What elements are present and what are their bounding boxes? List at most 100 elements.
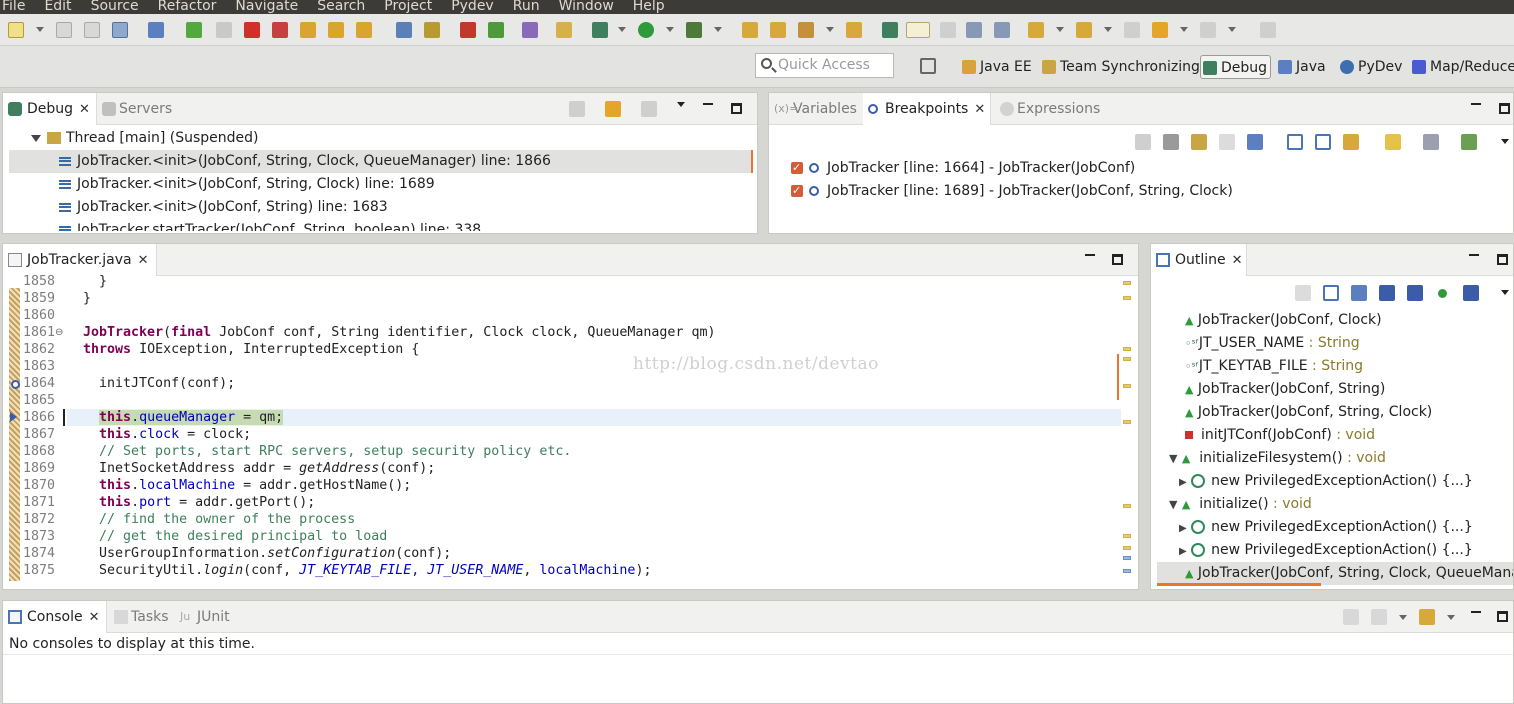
- go-to-file-icon[interactable]: [1219, 134, 1235, 150]
- chevron-down-icon[interactable]: [618, 27, 626, 32]
- outline-item[interactable]: ◦ˢᶠJT_KEYTAB_FILE : String: [1185, 355, 1363, 378]
- group-by-icon[interactable]: [1423, 134, 1439, 150]
- view-menu-icon[interactable]: [677, 102, 685, 107]
- stack-frame[interactable]: JobTracker.<init>(JobConf, String, Clock…: [59, 150, 551, 173]
- tab-outline[interactable]: Outline ✕: [1151, 244, 1247, 276]
- chevron-down-icon[interactable]: [1180, 27, 1188, 32]
- overview-marker[interactable]: [1123, 347, 1131, 351]
- save-icon[interactable]: [56, 22, 72, 38]
- thread-node[interactable]: Thread [main] (Suspended): [31, 127, 259, 150]
- chevron-down-icon[interactable]: [1056, 27, 1064, 32]
- outline-item[interactable]: initJTConf(JobConf) : void: [1185, 424, 1375, 447]
- quick-access-input[interactable]: Quick Access: [755, 53, 894, 78]
- back-icon[interactable]: [1152, 22, 1168, 38]
- maximize-icon[interactable]: [731, 103, 742, 114]
- close-icon[interactable]: ✕: [138, 245, 149, 277]
- perspective-java-ee[interactable]: Java EE: [960, 55, 1032, 79]
- view-menu-icon[interactable]: [1501, 290, 1509, 295]
- view-menu-icon[interactable]: [1501, 139, 1509, 144]
- remove-breakpoint-icon[interactable]: [1135, 134, 1151, 150]
- minimize-icon[interactable]: [1085, 254, 1095, 257]
- hide-non-public-icon[interactable]: [1407, 285, 1423, 301]
- block-selection-icon[interactable]: [994, 22, 1010, 38]
- overview-marker[interactable]: [1123, 546, 1131, 550]
- pin-console-icon[interactable]: [1343, 609, 1359, 625]
- stack-frame-clipped[interactable]: JobTracker.startTracker(JobConf, String,…: [59, 219, 659, 231]
- menu-help[interactable]: Help: [633, 0, 665, 13]
- hide-fields-icon[interactable]: [1295, 285, 1311, 301]
- step-over-icon[interactable]: [328, 22, 344, 38]
- perspective-team-sync[interactable]: Team Synchronizing: [1040, 55, 1200, 79]
- menu-run[interactable]: Run: [513, 0, 540, 13]
- open-perspective-icon[interactable]: [920, 58, 936, 74]
- link-with-editor-icon[interactable]: [1463, 285, 1479, 301]
- outline-item[interactable]: ▶ new PrivilegedExceptionAction() {...}: [1179, 539, 1473, 562]
- link-with-debug-icon[interactable]: [1343, 134, 1359, 150]
- close-icon[interactable]: ✕: [974, 94, 985, 126]
- search-icon[interactable]: [882, 22, 898, 38]
- chevron-down-icon[interactable]: [36, 27, 44, 32]
- minimize-icon[interactable]: [1469, 254, 1479, 257]
- maximize-icon[interactable]: [1499, 103, 1510, 114]
- tab-console[interactable]: Console ✕: [3, 601, 107, 633]
- next-annotation-icon[interactable]: [1028, 22, 1044, 38]
- overview-marker[interactable]: [1123, 556, 1131, 560]
- add-exception-breakpoint-icon[interactable]: [1385, 134, 1401, 150]
- outline-item-selected[interactable]: ▲ JobTracker(JobConf, String, Clock, Que…: [1185, 562, 1513, 585]
- menu-edit[interactable]: Edit: [44, 0, 71, 13]
- overview-marker[interactable]: [1123, 504, 1131, 508]
- overview-marker[interactable]: [1123, 534, 1131, 538]
- disconnect-icon[interactable]: [272, 22, 288, 38]
- breakpoint-icon[interactable]: [11, 380, 20, 389]
- tab-expressions[interactable]: Expressions: [995, 93, 1100, 125]
- menu-search[interactable]: Search: [317, 0, 365, 13]
- debug-icon[interactable]: [592, 22, 608, 38]
- open-console-icon[interactable]: [1419, 609, 1435, 625]
- new-icon[interactable]: [8, 22, 24, 38]
- resume-icon[interactable]: [186, 22, 202, 38]
- overview-marker[interactable]: [1123, 384, 1131, 388]
- run-icon[interactable]: [638, 22, 654, 38]
- chevron-down-icon[interactable]: [1399, 615, 1407, 620]
- toggle-breakpoint-icon[interactable]: [460, 22, 476, 38]
- step-return-icon[interactable]: [605, 101, 621, 117]
- perspective-map-reduce[interactable]: Map/Reduce: [1410, 55, 1514, 79]
- hide-local-types-icon[interactable]: [1438, 289, 1447, 298]
- expand-icon[interactable]: ▼: [1169, 498, 1177, 511]
- remove-all-breakpoints-icon[interactable]: [1163, 134, 1179, 150]
- fold-icon[interactable]: ⊖: [55, 327, 63, 338]
- overview-marker[interactable]: [1123, 296, 1131, 300]
- run-external-icon[interactable]: [686, 22, 702, 38]
- menu-pydev[interactable]: Pydev: [451, 0, 494, 13]
- overview-marker[interactable]: [1123, 420, 1131, 424]
- chevron-down-icon[interactable]: [826, 27, 834, 32]
- outline-item[interactable]: ▼ ▲ initializeFilesystem() : void: [1169, 447, 1386, 470]
- close-icon[interactable]: ✕: [79, 94, 90, 126]
- tab-jobtracker-java[interactable]: JobTracker.java ✕: [3, 244, 157, 276]
- outline-item[interactable]: ◦ˢᶠJT_USER_NAME : String: [1185, 332, 1360, 355]
- display-console-icon[interactable]: [1371, 609, 1387, 625]
- chevron-down-icon[interactable]: [1447, 615, 1455, 620]
- new-package-icon[interactable]: [742, 22, 758, 38]
- chevron-down-icon[interactable]: [666, 27, 674, 32]
- chevron-down-icon[interactable]: [1228, 27, 1236, 32]
- menu-project[interactable]: Project: [384, 0, 432, 13]
- breakpoint-item[interactable]: JobTracker [line: 1689] - JobTracker(Job…: [791, 179, 1233, 203]
- collapse-all-icon[interactable]: [1323, 285, 1339, 301]
- mark-occurrences-icon[interactable]: [940, 22, 956, 38]
- remove-terminated-icon[interactable]: [569, 101, 585, 117]
- tab-variables[interactable]: (x)= Variables: [769, 93, 857, 125]
- menu-file[interactable]: File: [2, 0, 25, 13]
- minimize-icon[interactable]: [703, 103, 713, 106]
- checkbox[interactable]: [791, 156, 803, 179]
- sort-icon[interactable]: [1351, 285, 1367, 301]
- tab-junit[interactable]: Ju JUnit: [175, 601, 230, 633]
- breakpoint-item[interactable]: JobTracker [line: 1664] - JobTracker(Job…: [791, 156, 1135, 180]
- pin-editor-icon[interactable]: [1260, 22, 1276, 38]
- close-icon[interactable]: ✕: [1232, 245, 1243, 277]
- skip-all-breakpoints-icon[interactable]: [1247, 134, 1263, 150]
- drop-to-frame-icon[interactable]: [396, 22, 412, 38]
- run-to-line-icon[interactable]: [488, 22, 504, 38]
- last-edit-icon[interactable]: [1124, 22, 1140, 38]
- overview-marker[interactable]: [1123, 569, 1131, 573]
